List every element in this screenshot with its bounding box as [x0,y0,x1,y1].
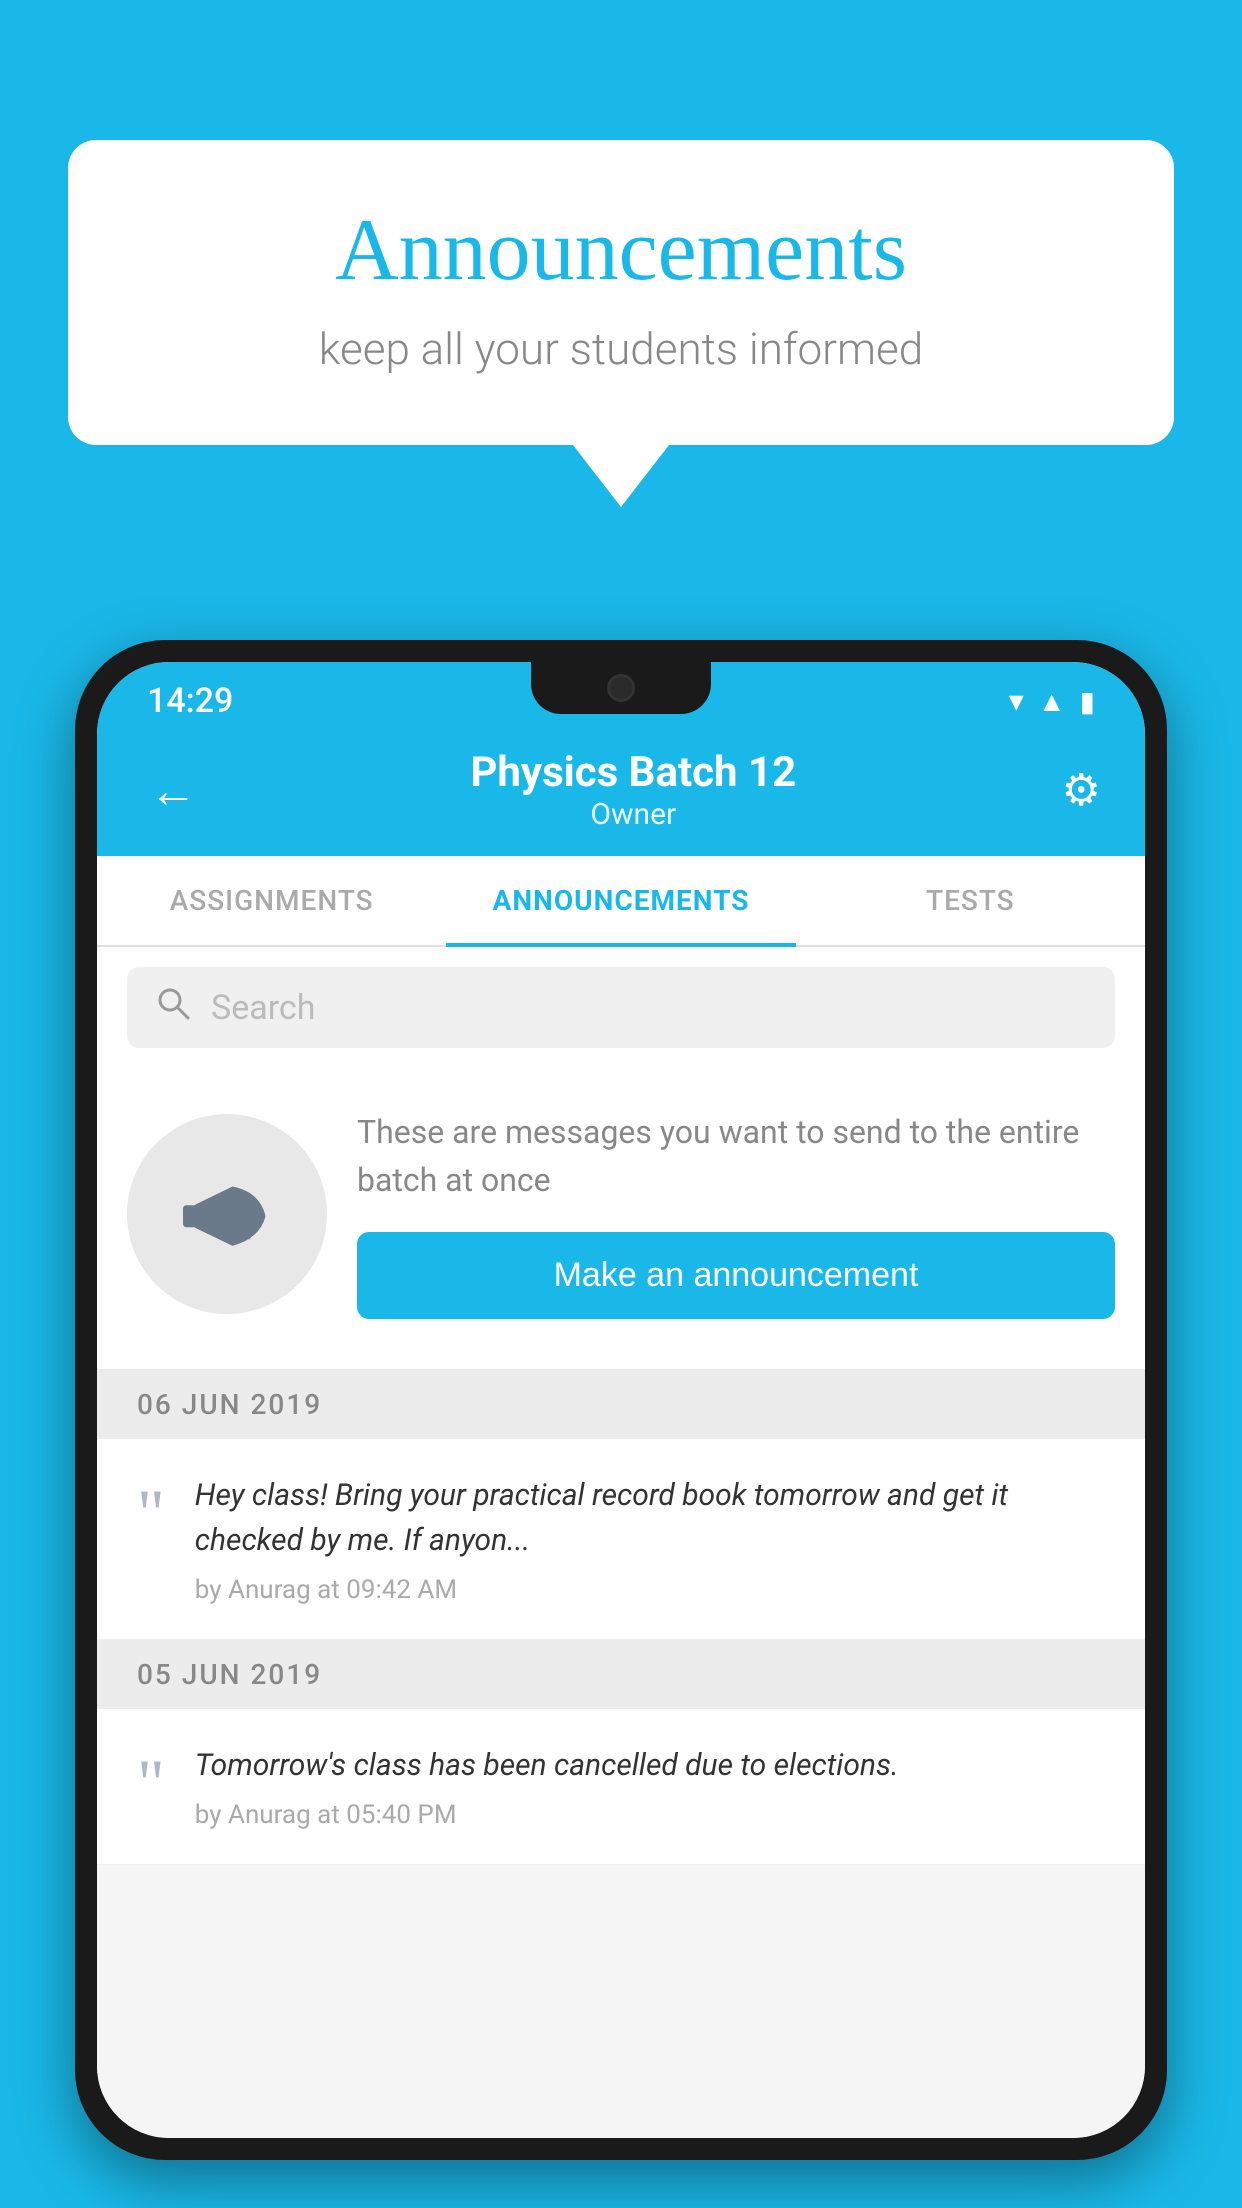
speech-bubble-title: Announcements [148,200,1094,301]
announcement-prompt: These are messages you want to send to t… [97,1068,1145,1370]
tab-announcements[interactable]: ANNOUNCEMENTS [446,856,795,945]
phone-notch [531,662,711,714]
announcement-author-2: by Anurag at 05:40 PM [195,1800,1105,1830]
battery-icon: ▮ [1080,685,1095,718]
announcement-text-block-1: Hey class! Bring your practical record b… [195,1473,1105,1605]
date-separator-2: 05 JUN 2019 [97,1640,1145,1709]
announcement-message-1: Hey class! Bring your practical record b… [195,1473,1105,1563]
search-placeholder: Search [211,988,315,1028]
megaphone-circle [127,1114,327,1314]
header-title-block: Physics Batch 12 Owner [205,748,1062,832]
announcement-description: These are messages you want to send to t… [357,1108,1115,1204]
back-button[interactable]: ← [141,754,205,827]
quote-icon-1: " [137,1479,165,1547]
make-announcement-button[interactable]: Make an announcement [357,1232,1115,1319]
phone-screen: 14:29 ▾ ▲ ▮ ← Physics Batch 12 Owner ⚙ [97,662,1145,2138]
tabs-bar: ASSIGNMENTS ANNOUNCEMENTS TESTS [97,856,1145,947]
header-subtitle: Owner [205,797,1062,832]
speech-bubble-container: Announcements keep all your students inf… [68,140,1174,507]
wifi-icon: ▾ [1009,684,1024,719]
search-icon [155,985,191,1030]
speech-bubble-subtitle: keep all your students informed [148,323,1094,375]
phone-frame: 14:29 ▾ ▲ ▮ ← Physics Batch 12 Owner ⚙ [75,640,1167,2160]
main-content: Search [97,947,1145,2138]
tab-tests[interactable]: TESTS [796,856,1145,945]
phone-container: 14:29 ▾ ▲ ▮ ← Physics Batch 12 Owner ⚙ [75,640,1167,2208]
settings-button[interactable]: ⚙ [1062,764,1101,816]
announcement-author-1: by Anurag at 09:42 AM [195,1575,1105,1605]
megaphone-icon [172,1159,282,1269]
header-title: Physics Batch 12 [205,748,1062,797]
search-bar[interactable]: Search [127,967,1115,1048]
announcement-right: These are messages you want to send to t… [357,1108,1115,1319]
status-time: 14:29 [147,681,233,721]
speech-bubble: Announcements keep all your students inf… [68,140,1174,445]
announcement-text-block-2: Tomorrow's class has been cancelled due … [195,1743,1105,1830]
announcement-message-2: Tomorrow's class has been cancelled due … [195,1743,1105,1788]
announcement-item-1[interactable]: " Hey class! Bring your practical record… [97,1439,1145,1640]
announcement-item-2[interactable]: " Tomorrow's class has been cancelled du… [97,1709,1145,1865]
search-bar-container: Search [97,947,1145,1068]
quote-icon-2: " [137,1749,165,1817]
signal-icon: ▲ [1038,685,1066,718]
date-separator-1: 06 JUN 2019 [97,1370,1145,1439]
speech-bubble-arrow [573,445,669,507]
tab-assignments[interactable]: ASSIGNMENTS [97,856,446,945]
phone-camera [607,674,635,702]
app-header: ← Physics Batch 12 Owner ⚙ [97,730,1145,856]
status-icons: ▾ ▲ ▮ [1009,684,1095,719]
